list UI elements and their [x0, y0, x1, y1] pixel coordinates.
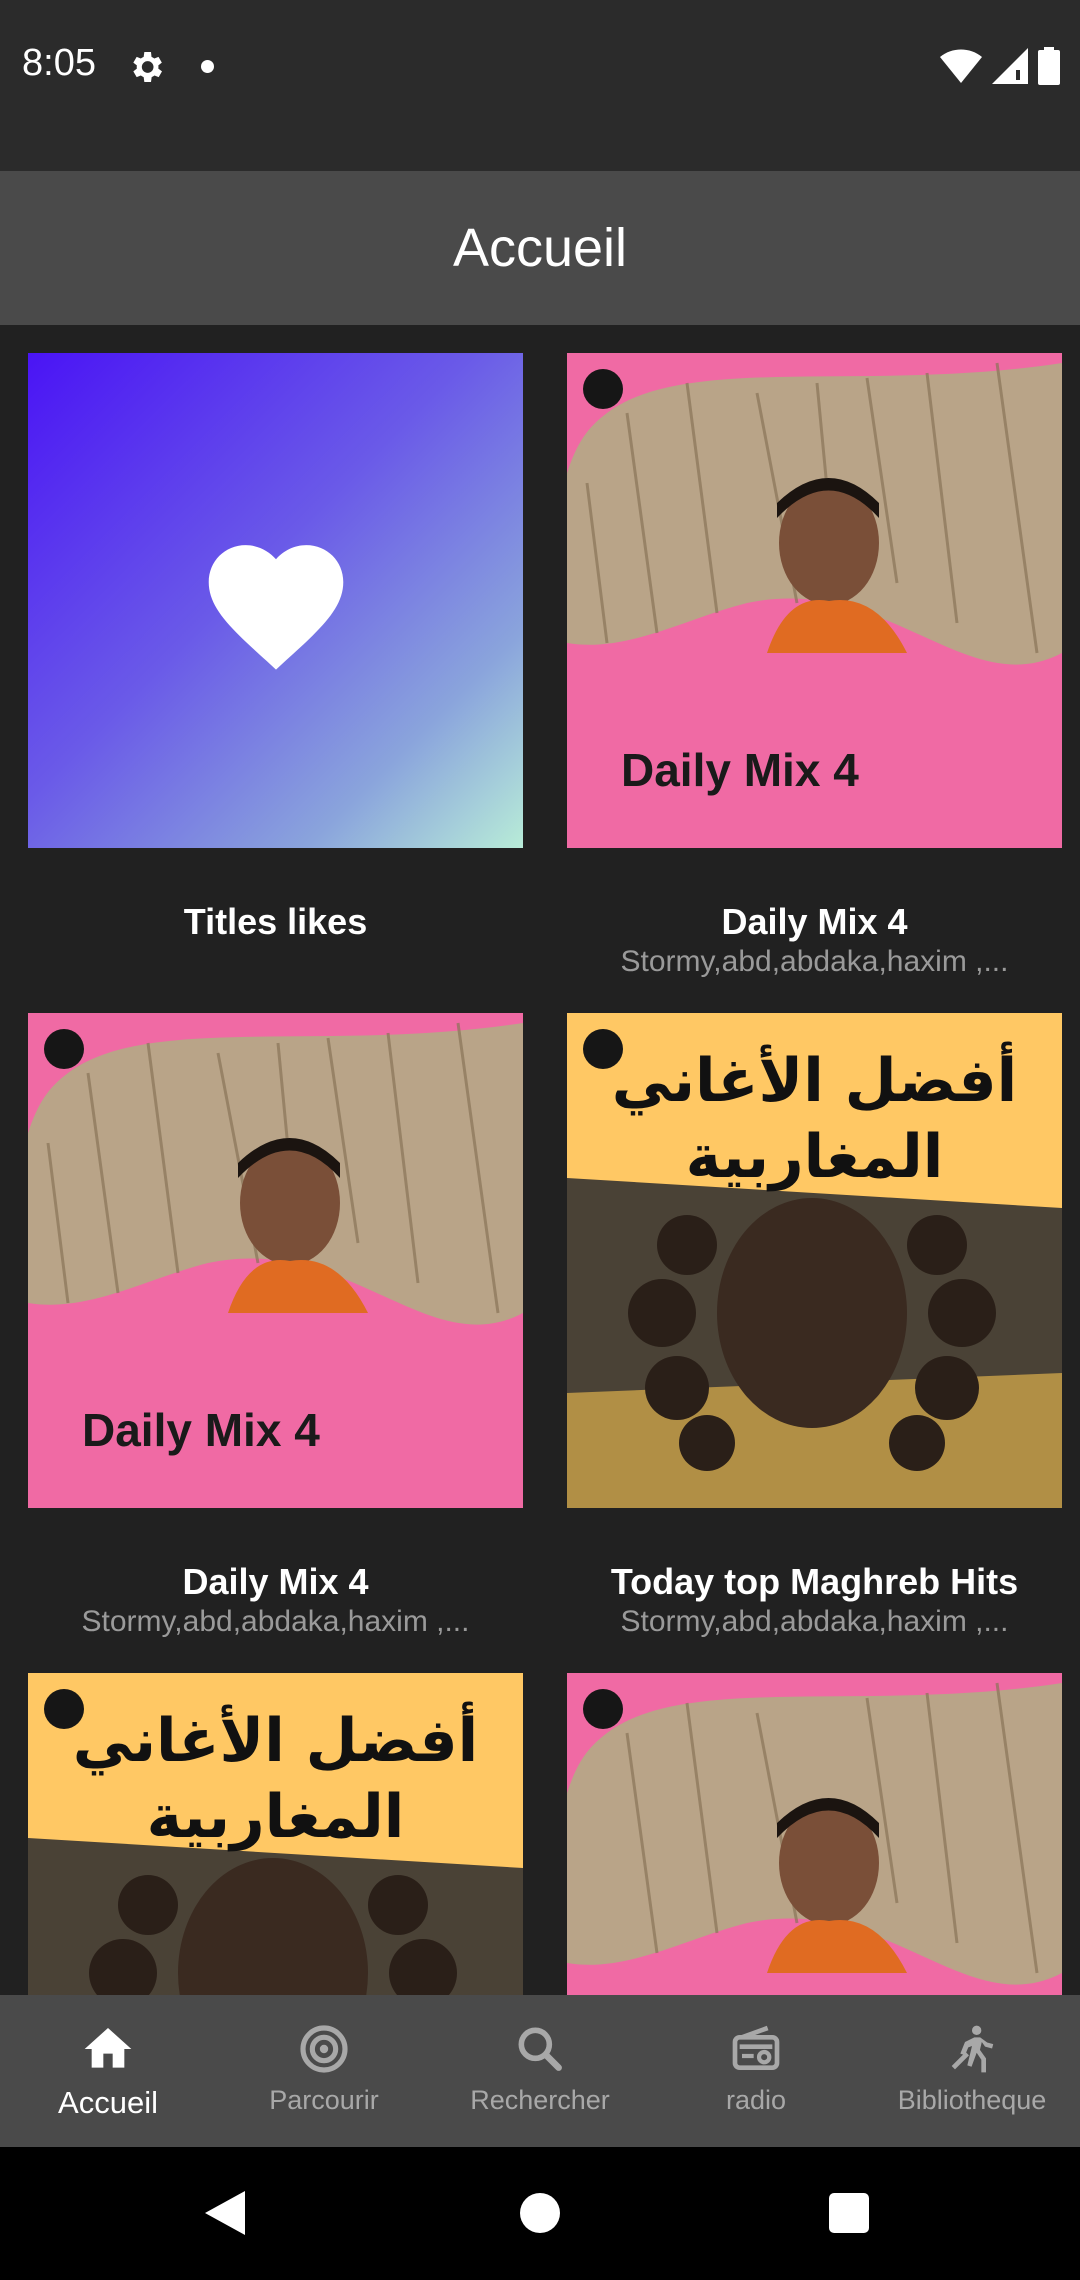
radio-icon	[732, 2025, 780, 2070]
nav-item-rechercher[interactable]: Rechercher	[432, 1995, 648, 2147]
gear-icon	[133, 52, 162, 82]
daily-mix-cover[interactable]: Daily Mix 4	[567, 353, 1062, 848]
page-title: Accueil	[452, 218, 628, 278]
cellular-signal-icon	[992, 48, 1028, 84]
heart-icon	[208, 545, 344, 670]
search-icon	[518, 2027, 562, 2071]
card-title: Daily Mix 4	[182, 1561, 369, 1602]
maghreb-hits-cover[interactable]: أفضل الأغاني المغاربية	[28, 1673, 523, 1995]
card-title: Titles likes	[183, 901, 368, 942]
nav-label: Accueil	[58, 2085, 158, 2120]
nav-label: radio	[725, 2085, 787, 2115]
spotify-logo	[583, 369, 623, 409]
nav-item-bibliotheque[interactable]: Bibliotheque	[864, 1995, 1080, 2147]
wifi-icon	[940, 49, 982, 83]
cover-label: أفضل الأغاني المغاربية	[72, 1706, 479, 1852]
status-bar: 8:05	[0, 0, 1080, 171]
status-time: 8:05	[22, 42, 96, 84]
library-icon	[951, 2025, 994, 2073]
home-icon	[84, 2028, 132, 2068]
maghreb-hits-cover[interactable]: أفضل الأغاني المغاربية	[567, 1013, 1062, 1508]
nav-label: Rechercher	[470, 2085, 610, 2115]
artist-photo	[567, 1682, 1062, 1985]
nav-item-radio[interactable]: radio	[648, 1995, 864, 2147]
bottom-navigation: Accueil Parcourir Rechercher radio Bibli…	[0, 1995, 1080, 2147]
cover-label: Daily Mix 4	[82, 1404, 320, 1456]
card-subtitle: Stormy,abd,abdaka,haxim ,...	[81, 1605, 470, 1638]
daily-mix-cover[interactable]	[567, 1673, 1062, 1995]
card-subtitle: Stormy,abd,abdaka,haxim ,...	[620, 945, 1009, 978]
card-title: Daily Mix 4	[721, 901, 908, 942]
home-button-icon[interactable]	[520, 2193, 560, 2233]
browse-icon	[300, 2025, 348, 2073]
cover-label: أفضل الأغاني المغاربية	[611, 1046, 1018, 1192]
nav-item-accueil[interactable]: Accueil	[0, 1995, 216, 2147]
notification-dot-icon	[201, 60, 214, 73]
cover-label: Daily Mix 4	[621, 744, 859, 796]
battery-icon	[1038, 47, 1060, 85]
spotify-logo	[583, 1689, 623, 1729]
liked-songs-cover[interactable]	[28, 353, 523, 848]
nav-label: Parcourir	[269, 2085, 379, 2115]
app-bar: Accueil	[0, 171, 1080, 325]
nav-label: Bibliotheque	[897, 2085, 1047, 2115]
status-right-icons	[940, 44, 1060, 88]
playlist-grid[interactable]: Titles likes Daily Mix 4 Daily Mix 4 Sto…	[0, 325, 1080, 1995]
back-icon[interactable]	[205, 2191, 245, 2235]
daily-mix-cover[interactable]: Daily Mix 4	[28, 1013, 523, 1508]
card-title: Today top Maghreb Hits	[610, 1561, 1019, 1602]
system-navigation-bar	[0, 2147, 1080, 2280]
nav-item-parcourir[interactable]: Parcourir	[216, 1995, 432, 2147]
spotify-logo	[44, 1029, 84, 1069]
card-subtitle: Stormy,abd,abdaka,haxim ,...	[620, 1605, 1009, 1638]
recent-apps-icon[interactable]	[829, 2193, 869, 2233]
